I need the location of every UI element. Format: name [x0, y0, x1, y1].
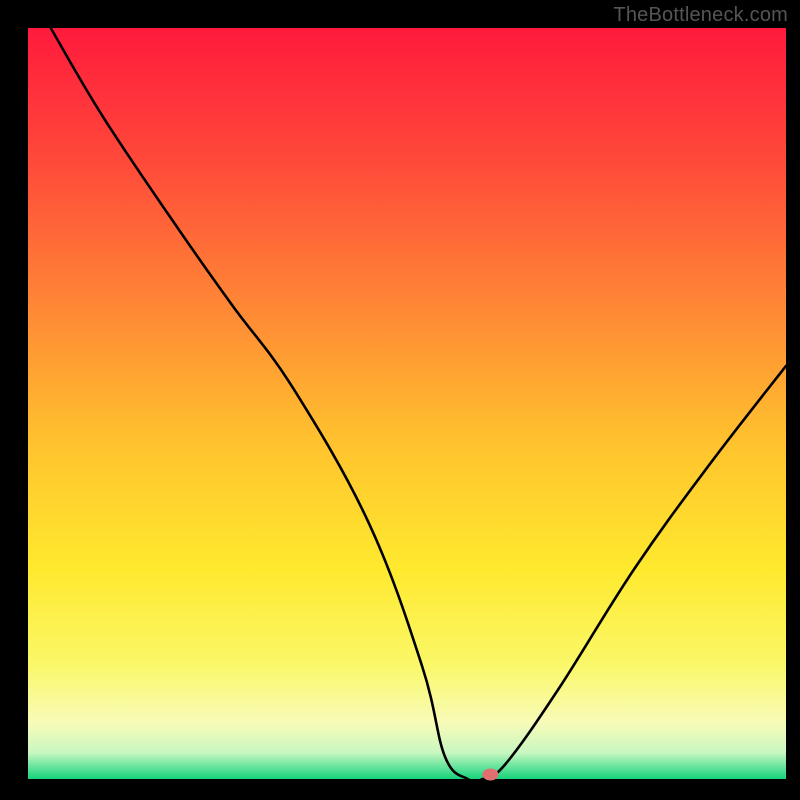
optimum-marker — [482, 768, 498, 780]
chart-canvas — [0, 0, 800, 800]
chart-svg — [0, 0, 800, 800]
watermark-text: TheBottleneck.com — [613, 4, 788, 27]
chart-gradient-bg — [28, 28, 786, 779]
